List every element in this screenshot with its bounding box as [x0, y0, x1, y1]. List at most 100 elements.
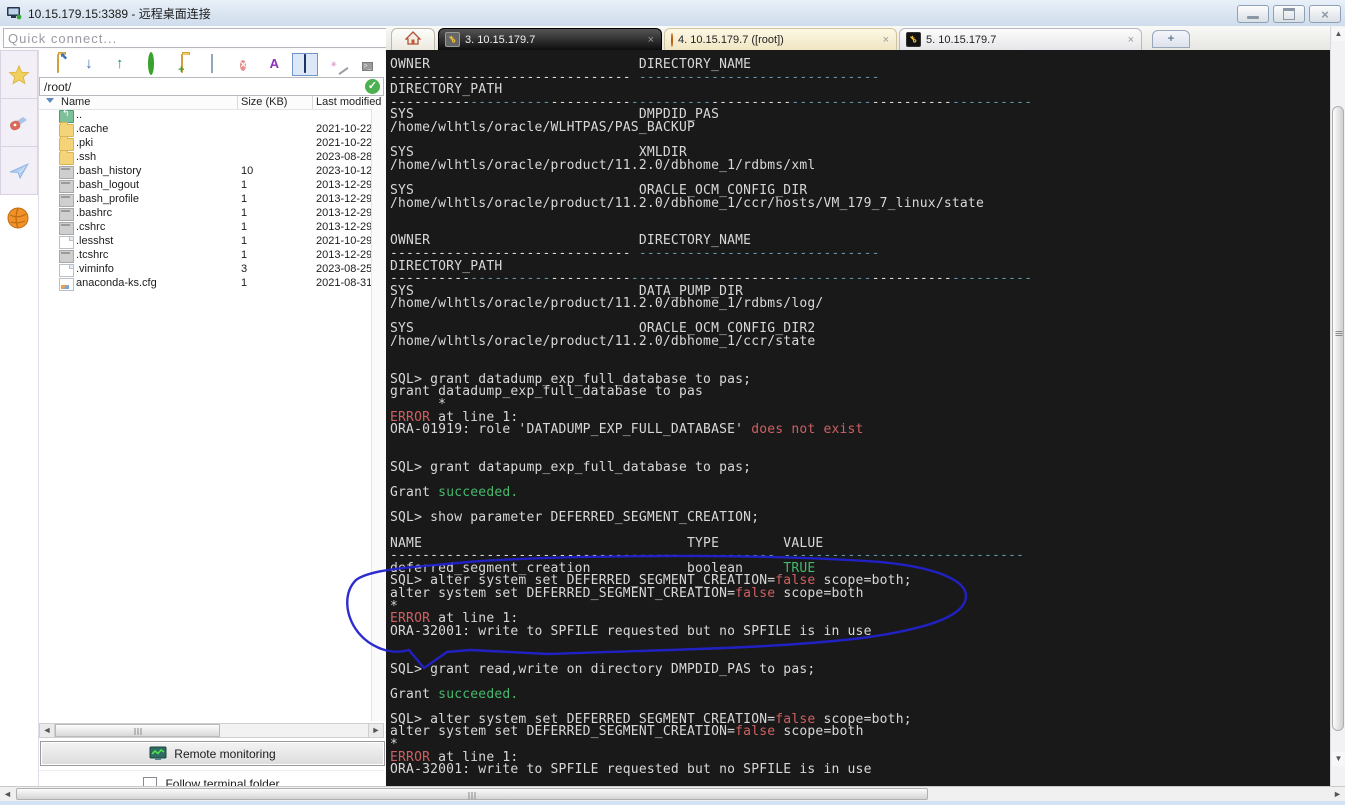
side-panel-button[interactable]	[292, 53, 318, 76]
file-row[interactable]: .ssh2023-08-28 .	[39, 151, 371, 165]
window-bottom-border	[0, 801, 1345, 805]
terminal-line: OWNER DIRECTORY_NAME	[390, 57, 1032, 70]
scroll-thumb[interactable]	[55, 724, 220, 737]
terminal-button[interactable]: >_	[354, 53, 380, 76]
terminal-vscrollbar[interactable]: ▲ ▼	[1330, 26, 1345, 786]
plus-icon: +	[1168, 33, 1174, 45]
terminal-tabbar: ⚷3. 10.15.179.7×4. 10.15.179.7 ([root])×…	[386, 26, 1330, 50]
file-list-header[interactable]: Name Size (KB) Last modified	[39, 96, 384, 110]
tab-session[interactable]: 4. 10.15.179.7 ([root])×	[664, 28, 897, 50]
sidebar-tab-sftp[interactable]	[0, 195, 36, 241]
file-row[interactable]: .tcshrc12013-12-29 .	[39, 249, 371, 263]
file-date: 2021-10-22 .	[316, 137, 378, 149]
column-size[interactable]: Size (KB)	[241, 96, 287, 108]
file-row[interactable]: .bash_profile12013-12-29 .	[39, 193, 371, 207]
go-up-folder-button[interactable]	[45, 53, 71, 76]
file-size: 1	[241, 221, 247, 233]
file-row[interactable]: .bash_history102023-10-12 .	[39, 165, 371, 179]
file-list-vscrollbar[interactable]	[371, 109, 385, 721]
new-tab-button[interactable]: +	[1152, 30, 1190, 48]
column-name[interactable]: Name	[61, 96, 90, 108]
window-titlebar[interactable]: 10.15.179.15:3389 - 远程桌面连接 ×	[0, 0, 1345, 27]
terminal-line: ORA-01919: role 'DATADUMP_EXP_FULL_DATAB…	[390, 422, 1032, 435]
file-row[interactable]: .cshrc12013-12-29 .	[39, 221, 371, 235]
sidebar-tab-sessions[interactable]	[0, 50, 38, 99]
terminal-line: /home/wlhtls/oracle/product/11.2.0/dbhom…	[390, 196, 1032, 209]
refresh-icon	[148, 55, 154, 73]
tab-session[interactable]: ⚷ 3. 10.15.179.7×	[438, 28, 662, 50]
tab-label: 4. 10.15.179.7 ([root])	[678, 34, 883, 46]
upload-button[interactable]: ↑	[107, 53, 133, 76]
key-icon: ⚷	[445, 32, 460, 47]
tab-close-icon[interactable]: ×	[1128, 34, 1134, 46]
scroll-left-icon[interactable]: ◄	[40, 724, 55, 737]
file-row[interactable]: .viminfo32023-08-25 .	[39, 263, 371, 277]
file-list-hscrollbar[interactable]: ◄ ►	[39, 723, 384, 738]
rename-button[interactable]: A	[261, 53, 287, 76]
quick-connect-input[interactable]	[3, 28, 389, 48]
terminal-line: SQL> alter system set DEFERRED_SEGMENT_C…	[390, 712, 1032, 725]
file-date: 2021-10-22 .	[316, 123, 378, 135]
file-date: 2013-12-29 .	[316, 193, 378, 205]
remote-monitoring-label: Remote monitoring	[174, 747, 275, 761]
new-folder-icon	[181, 55, 183, 73]
scroll-up-icon[interactable]: ▲	[1332, 27, 1345, 41]
terminal-line: ------------------------------ ---------…	[390, 246, 1032, 259]
file-row[interactable]: .bash_logout12013-12-29 .	[39, 179, 371, 193]
scroll-right-icon[interactable]: ►	[368, 724, 383, 737]
folder-icon	[59, 152, 74, 165]
file-name: .bashrc	[76, 207, 112, 219]
terminal-line: ERROR at line 1:	[390, 750, 1032, 763]
file-icon	[59, 208, 74, 221]
path-ok-icon[interactable]: ✓	[365, 79, 380, 94]
file-row[interactable]: ..	[39, 109, 371, 123]
terminal-area[interactable]: OWNER DIRECTORY_NAME --------------------…	[386, 50, 1330, 786]
new-folder-button[interactable]	[169, 53, 195, 76]
download-button[interactable]: ↓	[76, 53, 102, 76]
remote-monitoring-button[interactable]: Remote monitoring	[40, 741, 385, 766]
scroll-left-icon[interactable]: ◄	[1, 788, 14, 801]
terminal-line: SYS ORACLE_OCM_CONFIG_DIR	[390, 183, 1032, 196]
close-button[interactable]: ×	[1309, 5, 1341, 23]
tab-session[interactable]: ⚷5. 10.15.179.7×	[899, 28, 1142, 50]
file-name: anaconda-ks.cfg	[76, 277, 157, 289]
tab-close-icon[interactable]: ×	[883, 34, 889, 46]
delete-button[interactable]: ×	[230, 53, 256, 76]
path-input[interactable]	[40, 79, 365, 95]
terminal-line: ----------------------------------------…	[390, 95, 1032, 108]
terminal-line: SQL> show parameter DEFERRED_SEGMENT_CRE…	[390, 510, 1032, 523]
wand-button[interactable]	[323, 53, 349, 76]
sftp-file-panel: ↓↑ ×A >_ ✓ Name Size (KB) Last modified ..…	[38, 50, 385, 786]
new-file-button[interactable]	[200, 53, 226, 76]
sidebar-tab-macros[interactable]	[0, 147, 38, 195]
file-name: .ssh	[76, 151, 96, 163]
tab-label: 3. 10.15.179.7	[465, 34, 648, 46]
file-row[interactable]: .bashrc12013-12-29 .	[39, 207, 371, 221]
terminal-line: ------------------------------------ ---…	[390, 548, 1032, 561]
scroll-down-icon[interactable]: ▼	[1332, 752, 1345, 766]
file-date: 2013-12-29 .	[316, 221, 378, 233]
terminal-line: SQL> grant read,write on directory DMPDI…	[390, 662, 1032, 675]
column-modified[interactable]: Last modified	[316, 96, 382, 108]
file-name: ..	[76, 109, 82, 121]
maximize-button[interactable]	[1273, 5, 1305, 23]
tab-close-icon[interactable]: ×	[648, 34, 654, 46]
file-row[interactable]: .cache2021-10-22 .	[39, 123, 371, 137]
macros-plane-icon	[7, 159, 31, 183]
rdp-app-icon	[6, 6, 22, 20]
file-row[interactable]: anaconda-ks.cfg12021-08-31 .	[39, 277, 371, 291]
new-file-icon	[211, 55, 213, 73]
file-row[interactable]: .lesshst12021-10-29 .	[39, 235, 371, 249]
terminal-line: SYS XMLDIR	[390, 145, 1032, 158]
file-row[interactable]: .pki2021-10-22 .	[39, 137, 371, 151]
scroll-thumb[interactable]	[16, 788, 928, 800]
file-size: 1	[241, 235, 247, 247]
sidebar-tab-tools[interactable]	[0, 99, 38, 147]
tab-home[interactable]	[391, 28, 435, 50]
minimize-button[interactable]	[1237, 5, 1269, 23]
scroll-right-icon[interactable]: ►	[1331, 788, 1344, 801]
refresh-button[interactable]	[138, 53, 164, 76]
file-date: 2023-10-12 .	[316, 165, 378, 177]
window-hscrollbar[interactable]: ◄ ►	[0, 786, 1345, 802]
scroll-thumb[interactable]	[1332, 106, 1344, 731]
